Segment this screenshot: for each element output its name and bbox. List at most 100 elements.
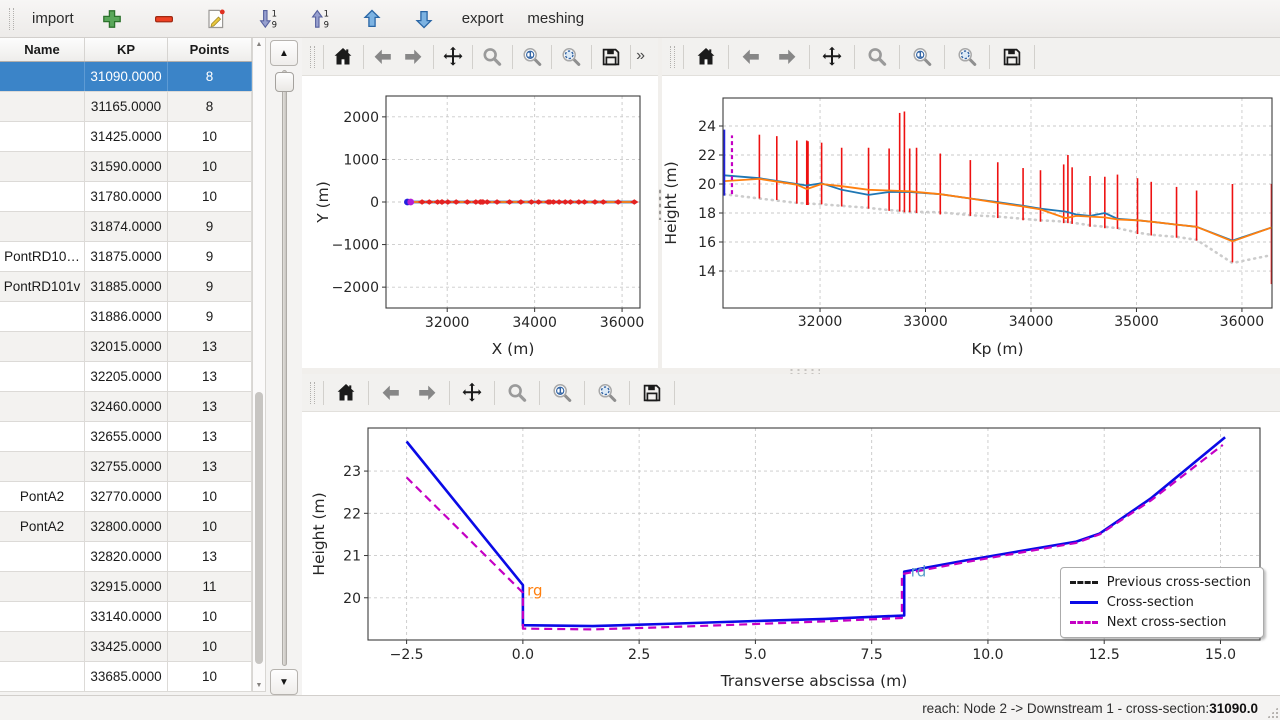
zoom-button[interactable] bbox=[500, 378, 534, 408]
table-row[interactable]: PontA232800.000010 bbox=[0, 512, 252, 542]
cross-section-markers bbox=[418, 199, 426, 204]
cell-kp: 32820.0000 bbox=[85, 542, 168, 571]
home-button[interactable] bbox=[329, 378, 363, 408]
trace-plot[interactable]: 320003400036000−2000−1000010002000X (m)Y… bbox=[302, 76, 658, 368]
zoom-original-button[interactable]: 1 bbox=[545, 378, 579, 408]
export-button[interactable]: export bbox=[453, 4, 513, 34]
cell-kp: 31590.0000 bbox=[85, 152, 168, 181]
edit-cross-section-button[interactable] bbox=[193, 4, 239, 34]
zoom-original-button[interactable]: 1 bbox=[905, 42, 939, 72]
table-row[interactable]: 33425.000010 bbox=[0, 632, 252, 662]
table-row[interactable]: 32015.000013 bbox=[0, 332, 252, 362]
cell-kp: 31885.0000 bbox=[85, 272, 168, 301]
table-row[interactable]: 33140.000010 bbox=[0, 602, 252, 632]
scrollbar-thumb[interactable] bbox=[255, 392, 263, 664]
status-cross-section-value: 31090.0 bbox=[1209, 701, 1258, 716]
table-row[interactable]: 31874.00009 bbox=[0, 212, 252, 242]
move-down-button[interactable] bbox=[401, 4, 447, 34]
back-button[interactable] bbox=[369, 42, 398, 72]
toolbar-grip[interactable] bbox=[670, 46, 675, 68]
cross-section-markers bbox=[493, 199, 501, 204]
sort-ascending-button[interactable]: 19 bbox=[297, 4, 343, 34]
home-button[interactable] bbox=[689, 42, 723, 72]
slider-thumb[interactable] bbox=[275, 72, 294, 92]
profile-plot[interactable]: 3200033000340003500036000141618202224Kp … bbox=[662, 76, 1280, 368]
meshing-button[interactable]: meshing bbox=[518, 4, 593, 34]
table-row[interactable]: 31886.00009 bbox=[0, 302, 252, 332]
back-button[interactable] bbox=[374, 378, 408, 408]
cell-points: 9 bbox=[168, 242, 252, 271]
cell-points: 10 bbox=[168, 662, 252, 691]
x-axis-label: Transverse abscissa (m) bbox=[720, 672, 908, 690]
scroll-up-icon[interactable]: ▲ bbox=[253, 38, 265, 50]
zoom-fit-button[interactable] bbox=[950, 42, 984, 72]
table-row[interactable]: 32820.000013 bbox=[0, 542, 252, 572]
zoom-original-button[interactable]: 1 bbox=[518, 42, 547, 72]
svg-text:9: 9 bbox=[271, 20, 276, 30]
cross-section-markers bbox=[517, 199, 525, 204]
scroll-down-icon[interactable]: ▼ bbox=[253, 679, 265, 691]
table-row[interactable]: 32655.000013 bbox=[0, 422, 252, 452]
column-header-name[interactable]: Name bbox=[0, 38, 85, 61]
home-button[interactable] bbox=[329, 42, 358, 72]
table-row[interactable]: PontA232770.000010 bbox=[0, 482, 252, 512]
back-button[interactable] bbox=[734, 42, 768, 72]
table-row[interactable]: 31165.00008 bbox=[0, 92, 252, 122]
toolbar-grip[interactable] bbox=[9, 8, 14, 30]
cell-kp: 33425.0000 bbox=[85, 632, 168, 661]
import-button[interactable]: import bbox=[23, 4, 83, 34]
add-cross-section-button[interactable] bbox=[89, 4, 135, 34]
move-up-button[interactable] bbox=[349, 4, 395, 34]
forward-button[interactable] bbox=[399, 42, 428, 72]
column-header-points[interactable]: Points bbox=[168, 38, 252, 61]
toolbar-separator bbox=[1034, 45, 1035, 69]
table-row[interactable]: 32755.000013 bbox=[0, 452, 252, 482]
navigate-up-button[interactable]: ▲ bbox=[270, 40, 298, 66]
zoom-button[interactable] bbox=[478, 42, 507, 72]
table-row[interactable]: PontRD101v31885.00009 bbox=[0, 272, 252, 302]
table-header: NameKPPoints bbox=[0, 38, 252, 62]
forward-button[interactable] bbox=[410, 378, 444, 408]
cell-points: 13 bbox=[168, 422, 252, 451]
zoom-fit-button[interactable] bbox=[590, 378, 624, 408]
navigate-down-button[interactable]: ▼ bbox=[270, 669, 298, 695]
cross-section-plot[interactable]: −2.50.02.55.07.510.012.515.020212223rgrd… bbox=[302, 412, 1280, 695]
legend-label: Next cross-section bbox=[1107, 615, 1227, 630]
table-row[interactable]: 32460.000013 bbox=[0, 392, 252, 422]
table-scrollbar[interactable]: ▲ ▼ bbox=[252, 38, 266, 692]
save-button[interactable] bbox=[635, 378, 669, 408]
table-row[interactable]: 31590.000010 bbox=[0, 152, 252, 182]
toolbar-overflow-button[interactable]: » bbox=[636, 47, 653, 67]
save-button[interactable] bbox=[597, 42, 626, 72]
cell-name: PontA2 bbox=[0, 482, 85, 511]
slider-track[interactable] bbox=[282, 70, 287, 666]
cell-name bbox=[0, 572, 85, 601]
column-header-kp[interactable]: KP bbox=[85, 38, 168, 61]
table-row[interactable]: 31425.000010 bbox=[0, 122, 252, 152]
table-row[interactable]: 31090.00008 bbox=[0, 62, 252, 92]
pan-button[interactable] bbox=[455, 378, 489, 408]
cell-points: 10 bbox=[168, 632, 252, 661]
toolbar-grip[interactable] bbox=[310, 46, 315, 68]
remove-cross-section-button[interactable] bbox=[141, 4, 187, 34]
table-row[interactable]: 31780.000010 bbox=[0, 182, 252, 212]
resize-grip[interactable] bbox=[1267, 707, 1278, 718]
save-button[interactable] bbox=[995, 42, 1029, 72]
pan-button[interactable] bbox=[815, 42, 849, 72]
toolbar-separator bbox=[512, 45, 513, 69]
tick-label: 12.5 bbox=[1089, 647, 1120, 663]
table-row[interactable]: 32205.000013 bbox=[0, 362, 252, 392]
zoom-fit-button[interactable] bbox=[557, 42, 586, 72]
table-row[interactable]: PontRD10…31875.00009 bbox=[0, 242, 252, 272]
forward-button[interactable] bbox=[770, 42, 804, 72]
pan-button[interactable] bbox=[439, 42, 468, 72]
cell-kp: 33140.0000 bbox=[85, 602, 168, 631]
cell-kp: 32655.0000 bbox=[85, 422, 168, 451]
cell-name bbox=[0, 662, 85, 691]
table-row[interactable]: 33685.000010 bbox=[0, 662, 252, 692]
zoom-button[interactable] bbox=[860, 42, 894, 72]
toolbar-grip[interactable] bbox=[310, 382, 315, 404]
sort-descending-button[interactable]: 19 bbox=[245, 4, 291, 34]
table-row[interactable]: 32915.000011 bbox=[0, 572, 252, 602]
x-axis-label: Kp (m) bbox=[971, 340, 1023, 358]
